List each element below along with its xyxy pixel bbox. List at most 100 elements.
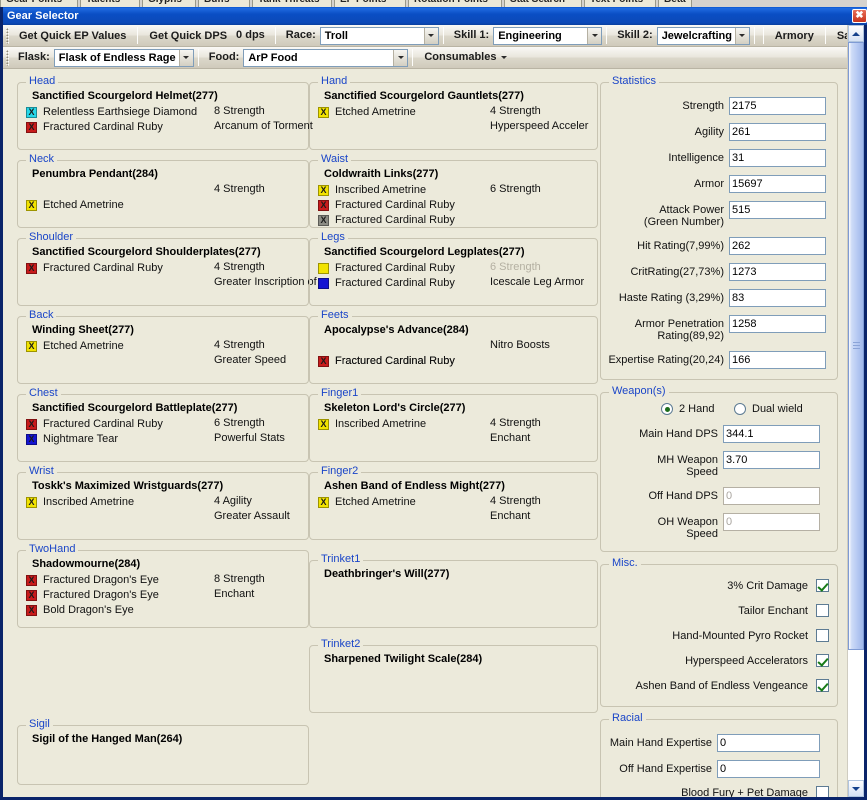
weapon-input[interactable] — [723, 425, 820, 443]
slot-waist-gem-row[interactable]: X Fractured Cardinal Ruby — [318, 198, 455, 212]
slot-legs-gem-row[interactable]: X Fractured Cardinal Ruby — [318, 261, 455, 275]
gem-socket-icon[interactable]: X — [26, 433, 37, 445]
gem-socket-icon[interactable]: X — [26, 262, 37, 274]
slot-hand-gem-row[interactable]: X Etched Ametrine — [318, 105, 416, 119]
gem-socket-icon[interactable]: X — [318, 355, 329, 367]
parent-tab-text-points[interactable]: Text Points — [584, 0, 656, 7]
stat-input[interactable] — [729, 201, 826, 219]
slot-twohand-item-name[interactable]: Shadowmourne(284) — [32, 558, 140, 570]
parent-window-tabstrip[interactable]: Gear PointsTalentsGlyphsBuffsTank Threat… — [0, 0, 867, 7]
misc-checkbox-row[interactable]: 3% Crit Damage — [727, 579, 829, 592]
food-combobox[interactable]: ArP Food — [243, 48, 409, 67]
get-quick-dps-button[interactable]: Get Quick DPS — [142, 26, 234, 45]
parent-tab-tank-threats[interactable]: Tank Threats — [252, 0, 332, 7]
slot-twohand-gem-row[interactable]: X Fractured Dragon's Eye — [26, 573, 159, 587]
stat-input[interactable] — [729, 237, 826, 255]
race-combobox[interactable]: Troll — [319, 26, 439, 45]
close-icon[interactable]: ✖ — [852, 9, 867, 23]
parent-tab-ep-points[interactable]: EP Points — [334, 0, 406, 7]
weapon-input[interactable] — [723, 487, 820, 505]
racial-input[interactable] — [717, 734, 820, 752]
weapon-mode-dualwield-radio[interactable]: Dual wield — [734, 403, 803, 415]
slot-finger1-item-name[interactable]: Skeleton Lord's Circle(277) — [324, 402, 465, 414]
chevron-down-icon[interactable] — [393, 49, 408, 66]
slot-shoulder-gem-row[interactable]: X Fractured Cardinal Ruby — [26, 261, 163, 275]
scroll-up-arrow-icon[interactable] — [848, 25, 864, 42]
gem-socket-icon[interactable]: X — [318, 184, 329, 196]
stat-input[interactable] — [729, 175, 826, 193]
parent-tab-glyphs[interactable]: Glyphs — [142, 0, 196, 7]
misc-checkbox-row[interactable]: Hyperspeed Accelerators — [685, 654, 829, 667]
weapon-input[interactable] — [723, 451, 820, 469]
slot-head-gem-row[interactable]: X Relentless Earthsiege Diamond — [26, 105, 197, 119]
slot-wrist-item-name[interactable]: Toskk's Maximized Wristguards(277) — [32, 480, 223, 492]
parent-tab-rotation-points[interactable]: Rotation Points — [408, 0, 502, 7]
slot-sigil-item-name[interactable]: Sigil of the Hanged Man(264) — [32, 733, 182, 745]
slot-shoulder-item-name[interactable]: Sanctified Scourgelord Shoulderplates(27… — [32, 246, 261, 258]
slot-chest-item-name[interactable]: Sanctified Scourgelord Battleplate(277) — [32, 402, 237, 414]
racial-checkbox-row[interactable]: Blood Fury + Pet Damage — [681, 786, 829, 797]
gem-socket-icon[interactable]: X — [318, 496, 329, 508]
gem-socket-icon[interactable]: X — [318, 214, 329, 226]
slot-head-gem-row[interactable]: X Fractured Cardinal Ruby — [26, 120, 163, 134]
toolbar-grip-icon[interactable] — [6, 27, 9, 44]
checkbox-indicator[interactable] — [816, 629, 829, 642]
gem-socket-icon[interactable]: X — [318, 262, 329, 274]
slot-finger1-gem-row[interactable]: X Inscribed Ametrine — [318, 417, 426, 431]
slot-feets-gem-row[interactable]: X Fractured Cardinal Ruby — [318, 354, 455, 368]
gem-socket-icon[interactable]: X — [26, 604, 37, 616]
gem-socket-icon[interactable]: X — [318, 199, 329, 211]
slot-waist-item-name[interactable]: Coldwraith Links(277) — [324, 168, 438, 180]
checkbox-indicator[interactable] — [816, 579, 829, 592]
gem-socket-icon[interactable]: X — [26, 418, 37, 430]
checkbox-indicator[interactable] — [816, 679, 829, 692]
misc-checkbox-row[interactable]: Tailor Enchant — [738, 604, 829, 617]
stat-input[interactable] — [729, 263, 826, 281]
slot-chest-gem-row[interactable]: X Nightmare Tear — [26, 432, 118, 446]
stat-input[interactable] — [729, 289, 826, 307]
gem-socket-icon[interactable]: X — [26, 340, 37, 352]
slot-neck-item-name[interactable]: Penumbra Pendant(284) — [32, 168, 158, 180]
gem-socket-icon[interactable]: X — [26, 589, 37, 601]
consumables-menu-button[interactable]: Consumables — [417, 48, 512, 67]
scrollbar-thumb[interactable] — [848, 42, 864, 650]
slot-twohand-gem-row[interactable]: X Fractured Dragon's Eye — [26, 588, 159, 602]
slot-feets-item-name[interactable]: Apocalypse's Advance(284) — [324, 324, 469, 336]
slot-back-item-name[interactable]: Winding Sheet(277) — [32, 324, 134, 336]
checkbox-indicator[interactable] — [816, 654, 829, 667]
misc-checkbox-row[interactable]: Ashen Band of Endless Vengeance — [636, 679, 829, 692]
slot-waist-gem-row[interactable]: X Inscribed Ametrine — [318, 183, 426, 197]
slot-head-item-name[interactable]: Sanctified Scourgelord Helmet(277) — [32, 90, 218, 102]
slot-legs-item-name[interactable]: Sanctified Scourgelord Legplates(277) — [324, 246, 525, 258]
armory-button[interactable]: Armory — [768, 26, 821, 45]
gem-socket-icon[interactable]: X — [318, 106, 329, 118]
slot-neck-gem-row[interactable]: X Etched Ametrine — [26, 198, 124, 212]
slot-trinket2-item-name[interactable]: Sharpened Twilight Scale(284) — [324, 653, 482, 665]
parent-tab-beta[interactable]: Beta — [658, 0, 692, 7]
slot-chest-gem-row[interactable]: X Fractured Cardinal Ruby — [26, 417, 163, 431]
parent-tab-stat-search[interactable]: Stat Search — [504, 0, 582, 7]
get-quick-ep-values-button[interactable]: Get Quick EP Values — [12, 26, 133, 45]
weapon-input[interactable] — [723, 513, 820, 531]
chevron-down-icon[interactable] — [587, 27, 602, 44]
checkbox-indicator[interactable] — [816, 786, 829, 797]
chevron-down-icon[interactable] — [178, 49, 193, 66]
gem-socket-icon[interactable]: X — [26, 496, 37, 508]
stat-input[interactable] — [729, 315, 826, 333]
parent-tab-buffs[interactable]: Buffs — [198, 0, 250, 7]
skill1-combobox[interactable]: Engineering — [493, 26, 603, 45]
flask-combobox[interactable]: Flask of Endless Rage — [53, 48, 194, 67]
slot-waist-gem-row[interactable]: X Fractured Cardinal Ruby — [318, 213, 455, 227]
gem-socket-icon[interactable]: X — [26, 199, 37, 211]
gem-socket-icon[interactable]: X — [26, 121, 37, 133]
chevron-down-icon[interactable] — [734, 27, 749, 44]
chevron-down-icon[interactable] — [423, 27, 438, 44]
weapon-mode-2hand-radio[interactable]: 2 Hand — [661, 403, 714, 415]
gem-socket-icon[interactable]: X — [318, 418, 329, 430]
checkbox-indicator[interactable] — [816, 604, 829, 617]
slot-finger2-item-name[interactable]: Ashen Band of Endless Might(277) — [324, 480, 505, 492]
misc-checkbox-row[interactable]: Hand-Mounted Pyro Rocket — [672, 629, 829, 642]
stat-input[interactable] — [729, 123, 826, 141]
stat-input[interactable] — [729, 97, 826, 115]
gem-socket-icon[interactable]: X — [318, 277, 329, 289]
